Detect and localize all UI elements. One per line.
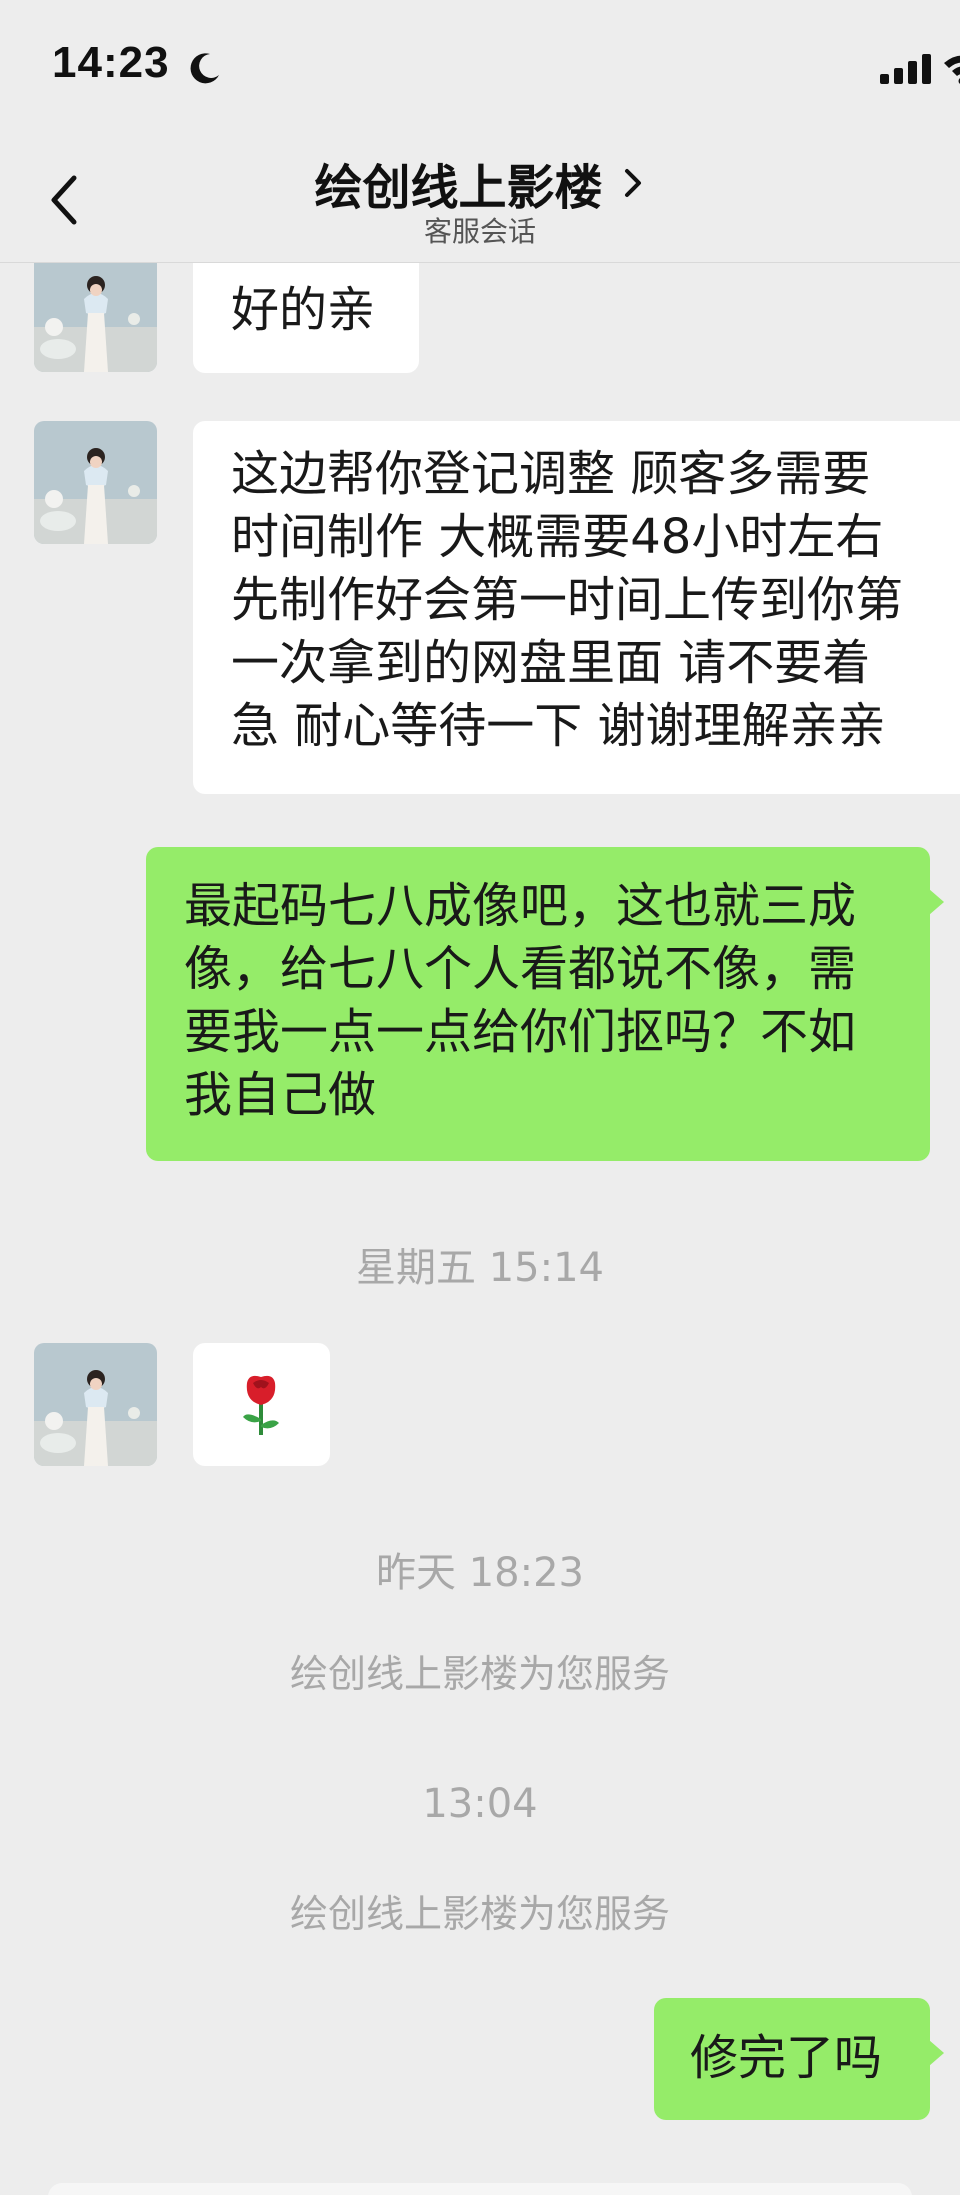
signal-icon (880, 54, 931, 84)
message-line: 这边帮你登记调整 顾客多需要 (231, 446, 871, 502)
avatar-photo (34, 263, 157, 372)
message-timestamp: 星期五 15:14 (356, 1245, 604, 1291)
avatar-photo (34, 1343, 157, 1466)
shop-avatar[interactable] (34, 263, 157, 372)
system-notice: 绘创线上影楼为您服务 (289, 1652, 670, 1696)
wifi-icon (944, 55, 960, 84)
shop-avatar[interactable] (34, 1343, 157, 1466)
message-line: 像，给七八个人看都说不像，需 (184, 941, 857, 997)
message-line: 我自己做 (184, 1067, 377, 1123)
incoming-message-bubble[interactable]: 🌹 (193, 1343, 330, 1466)
message-line: 急 耐心等待一下 谢谢理解亲亲 (231, 698, 886, 754)
chat-header: 绘创线上影楼 客服会话 (0, 130, 960, 263)
system-notice: 绘创线上影楼为您服务 (289, 1892, 670, 1936)
message-line: 最起码七八成像吧，这也就三成 (184, 878, 857, 934)
chat-title-button[interactable]: 绘创线上影楼 (0, 148, 960, 218)
shop-avatar[interactable] (34, 421, 157, 544)
incoming-message-bubble[interactable]: 这边帮你登记调整 顾客多需要 时间制作 大概需要48小时左右 先制作好会第一时间… (193, 421, 960, 794)
chevron-right-icon (624, 169, 641, 197)
message-text: 好的亲 (231, 282, 376, 338)
message-text: 修完了吗 (690, 2030, 883, 2086)
incoming-message-bubble[interactable]: 好的亲 (193, 263, 419, 373)
outgoing-message-bubble[interactable]: 最起码七八成像吧，这也就三成 像，给七八个人看都说不像，需 要我一点一点给你们抠… (146, 847, 944, 1161)
chat-subtitle: 客服会话 (423, 215, 536, 248)
avatar-photo (34, 421, 157, 544)
message-list[interactable]: 好的亲 这边帮你登记调整 顾客多需要 时间制作 大概需要48小时左右 先制作好会… (0, 263, 960, 2195)
message-line: 先制作好会第一时间上传到你第 (231, 572, 904, 628)
message-line: 一次拿到的网盘里面 请不要着 (231, 635, 871, 691)
rose-icon (243, 1375, 279, 1435)
message-line: 时间制作 大概需要48小时左右 (231, 509, 884, 565)
status-bar: 14:23 (0, 0, 960, 130)
status-time: 14:23 (52, 38, 170, 87)
moon-icon (190, 53, 219, 84)
message-line: 要我一点一点给你们抠吗？不如 (184, 1004, 857, 1060)
input-bar[interactable] (48, 2183, 912, 2195)
chat-title: 绘创线上影楼 (314, 160, 603, 216)
outgoing-message-bubble[interactable]: 修完了吗 (654, 1998, 944, 2120)
message-timestamp: 13:04 (422, 1781, 538, 1827)
message-timestamp: 昨天 18:23 (376, 1550, 584, 1596)
